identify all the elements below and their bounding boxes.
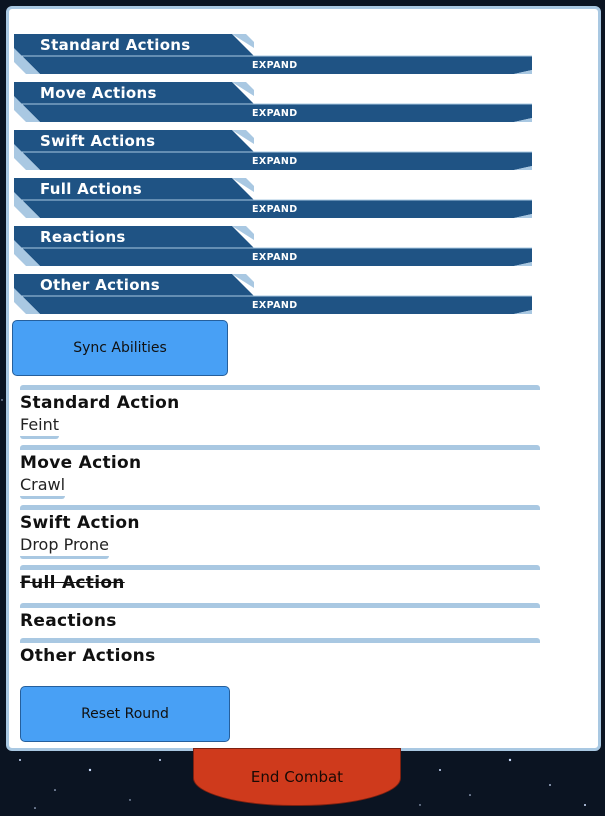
swift-action-label: Swift Action xyxy=(20,513,140,533)
expand-link[interactable]: EXPAND xyxy=(252,252,298,263)
accordion-title: Reactions xyxy=(40,228,126,246)
expand-link[interactable]: EXPAND xyxy=(252,204,298,215)
reactions-label: Reactions xyxy=(20,611,117,631)
sync-abilities-button[interactable]: Sync Abilities xyxy=(12,320,228,376)
end-combat-button[interactable]: End Combat xyxy=(193,748,401,806)
accordion-other-actions[interactable]: Other Actions EXPAND xyxy=(14,274,534,318)
combat-panel: Standard Actions EXPAND Move Actions EXP… xyxy=(6,6,601,751)
expand-link[interactable]: EXPAND xyxy=(252,108,298,119)
move-action-label: Move Action xyxy=(20,453,142,473)
divider xyxy=(20,445,540,450)
expand-link[interactable]: EXPAND xyxy=(252,300,298,311)
accordion-title: Move Actions xyxy=(40,84,157,102)
accordion-swift-actions[interactable]: Swift Actions EXPAND xyxy=(14,130,534,174)
standard-action-value: Feint xyxy=(20,415,60,439)
accordion-standard-actions[interactable]: Standard Actions EXPAND xyxy=(14,34,534,78)
accordion-title: Full Actions xyxy=(40,180,143,198)
full-action-label: Full Action xyxy=(20,573,125,593)
divider xyxy=(20,565,540,570)
other-actions-label: Other Actions xyxy=(20,646,156,666)
accordion-title: Standard Actions xyxy=(40,36,191,54)
divider xyxy=(20,505,540,510)
divider xyxy=(20,638,540,643)
divider xyxy=(20,603,540,608)
accordion-move-actions[interactable]: Move Actions EXPAND xyxy=(14,82,534,126)
reset-round-button[interactable]: Reset Round xyxy=(20,686,230,742)
divider xyxy=(20,385,540,390)
accordion-title: Other Actions xyxy=(40,276,161,294)
accordion-reactions[interactable]: Reactions EXPAND xyxy=(14,226,534,270)
standard-action-label: Standard Action xyxy=(20,393,180,413)
accordion-title: Swift Actions xyxy=(40,132,156,150)
swift-action-value: Drop Prone xyxy=(20,535,109,559)
accordion-full-actions[interactable]: Full Actions EXPAND xyxy=(14,178,534,222)
move-action-value: Crawl xyxy=(20,475,66,499)
expand-link[interactable]: EXPAND xyxy=(252,60,298,71)
expand-link[interactable]: EXPAND xyxy=(252,156,298,167)
